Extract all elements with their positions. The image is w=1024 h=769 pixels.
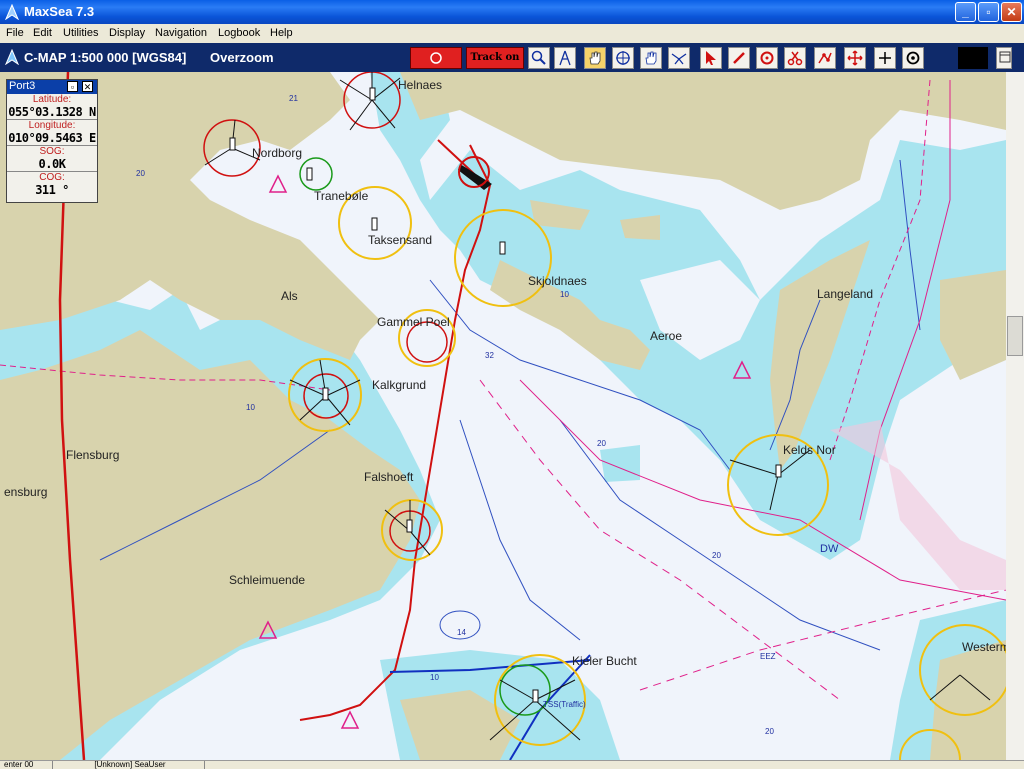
label-als: Als (281, 289, 298, 303)
panel-toggle-button[interactable] (996, 47, 1012, 69)
scrollbar-thumb[interactable] (1007, 316, 1023, 356)
depth-3: 10 (246, 403, 255, 412)
pencil-button[interactable] (728, 47, 750, 69)
cog-value: 311 ° (35, 183, 69, 197)
depth-10: 10 (430, 673, 439, 682)
sog-value: 0.0K (38, 157, 66, 171)
depth-6: 14 (457, 628, 466, 637)
target-button[interactable] (612, 47, 634, 69)
grab-icon (645, 51, 657, 65)
rotate-icon (760, 51, 774, 65)
record-icon (430, 52, 442, 64)
move-icon (847, 50, 863, 66)
route-button[interactable] (668, 47, 690, 69)
label-eez: EEZ (760, 652, 776, 661)
depth-9: 20 (712, 551, 721, 560)
menu-edit[interactable]: Edit (33, 27, 52, 39)
close-button[interactable]: ✕ (1001, 2, 1022, 22)
record-button[interactable] (410, 47, 462, 69)
route-icon (671, 53, 687, 65)
zoom-icon (531, 50, 546, 65)
cmap-icon (5, 49, 19, 65)
chart-map[interactable]: Helnaes Nordborg Tranebøle Taksensand Al… (0, 72, 1006, 760)
depth-5: 20 (597, 439, 606, 448)
toolbar-dark-block (958, 47, 988, 69)
label-schleimuende: Schleimuende (229, 573, 305, 587)
sog-label: SOG: (39, 146, 65, 157)
label-nordborg: Nordborg (252, 146, 302, 160)
menu-help[interactable]: Help (270, 27, 293, 39)
cursor-button[interactable] (700, 47, 722, 69)
label-aeroe: Aeroe (650, 329, 682, 343)
scissors-button[interactable] (784, 47, 806, 69)
maxsea-app-icon (5, 4, 19, 20)
menu-file[interactable]: File (6, 27, 24, 39)
compass-button[interactable] (554, 47, 576, 69)
menu-logbook[interactable]: Logbook (218, 27, 260, 39)
panel-header[interactable]: Port3 ▫ ✕ (7, 80, 97, 94)
latitude-value: 055°03.1328 N (8, 105, 96, 119)
target-icon (616, 51, 630, 65)
label-dw: DW (820, 543, 839, 555)
grab-button[interactable] (640, 47, 662, 69)
panel-close-button[interactable]: ✕ (82, 81, 93, 92)
cursor-icon (706, 51, 716, 65)
maximize-button[interactable]: ▫ (978, 2, 999, 22)
circle-target-button[interactable] (902, 47, 924, 69)
zoom-button[interactable] (528, 47, 550, 69)
label-taksensand: Taksensand (368, 233, 432, 247)
label-falshoeft: Falshoeft (364, 470, 414, 484)
label-kalkgrund: Kalkgrund (372, 378, 426, 392)
hand-button[interactable] (584, 47, 606, 69)
window-title: MaxSea 7.3 (24, 4, 95, 19)
depth-8: 10 (560, 290, 569, 299)
cog-label: COG: (39, 172, 65, 183)
label-kieler-bucht: Kieler Bucht (572, 654, 637, 668)
label-gammel-poel: Gammel Poel (377, 315, 450, 329)
label-flensburg: Flensburg (66, 448, 119, 462)
circle-target-icon (906, 51, 920, 65)
label-kelds-nor: Kelds Nor (783, 443, 836, 457)
rotate-button[interactable] (756, 47, 778, 69)
label-helnaes: Helnaes (398, 78, 442, 92)
label-taarsboel: Tranebøle (314, 189, 369, 203)
menu-bar: File Edit Utilities Display Navigation L… (0, 24, 1024, 43)
chart-scale-info: C-MAP 1:500 000 [WGS84] (24, 50, 187, 65)
panel-icon (999, 51, 1011, 63)
latitude-label: Latitude: (32, 94, 72, 105)
scissors-icon (787, 51, 803, 66)
menu-utilities[interactable]: Utilities (63, 27, 98, 39)
label-westerm: Westerm (962, 640, 1006, 654)
move-button[interactable] (844, 47, 866, 69)
compass-icon (559, 50, 571, 66)
panel-title: Port3 (9, 80, 36, 92)
crosshair-button[interactable] (874, 47, 896, 69)
longitude-value: 010°09.5463 E (8, 131, 96, 145)
longitude-label: Longitude: (28, 120, 76, 131)
waypoints-icon (818, 52, 832, 64)
label-skjoldnaes: Skjoldnaes (528, 274, 587, 288)
menu-navigation[interactable]: Navigation (155, 27, 207, 39)
pencil-icon (733, 52, 745, 64)
label-traffic: TSS(Traffic) (543, 700, 586, 709)
nav-info-panel[interactable]: Port3 ▫ ✕ Latitude: 055°03.1328 N Longit… (6, 79, 98, 203)
track-on-button[interactable]: Track on (466, 47, 524, 69)
menu-display[interactable]: Display (109, 27, 145, 39)
panel-restore-button[interactable]: ▫ (67, 81, 78, 92)
crosshair-icon (879, 52, 891, 64)
waypoints-button[interactable] (814, 47, 836, 69)
depth-1: 21 (289, 94, 298, 103)
depth-4: 32 (485, 351, 494, 360)
vertical-scrollbar[interactable] (1006, 72, 1024, 760)
label-flensburg-west: ensburg (4, 485, 47, 499)
hand-icon (589, 51, 601, 65)
zoom-state: Overzoom (210, 50, 274, 65)
depth-7: 20 (765, 727, 774, 736)
window-titlebar: MaxSea 7.3 _ ▫ ✕ (0, 0, 1024, 24)
minimize-button[interactable]: _ (955, 2, 976, 22)
depth-2: 20 (136, 169, 145, 178)
chart-canvas[interactable]: Helnaes Nordborg Tranebøle Taksensand Al… (0, 72, 1006, 760)
label-langeland: Langeland (817, 287, 873, 301)
